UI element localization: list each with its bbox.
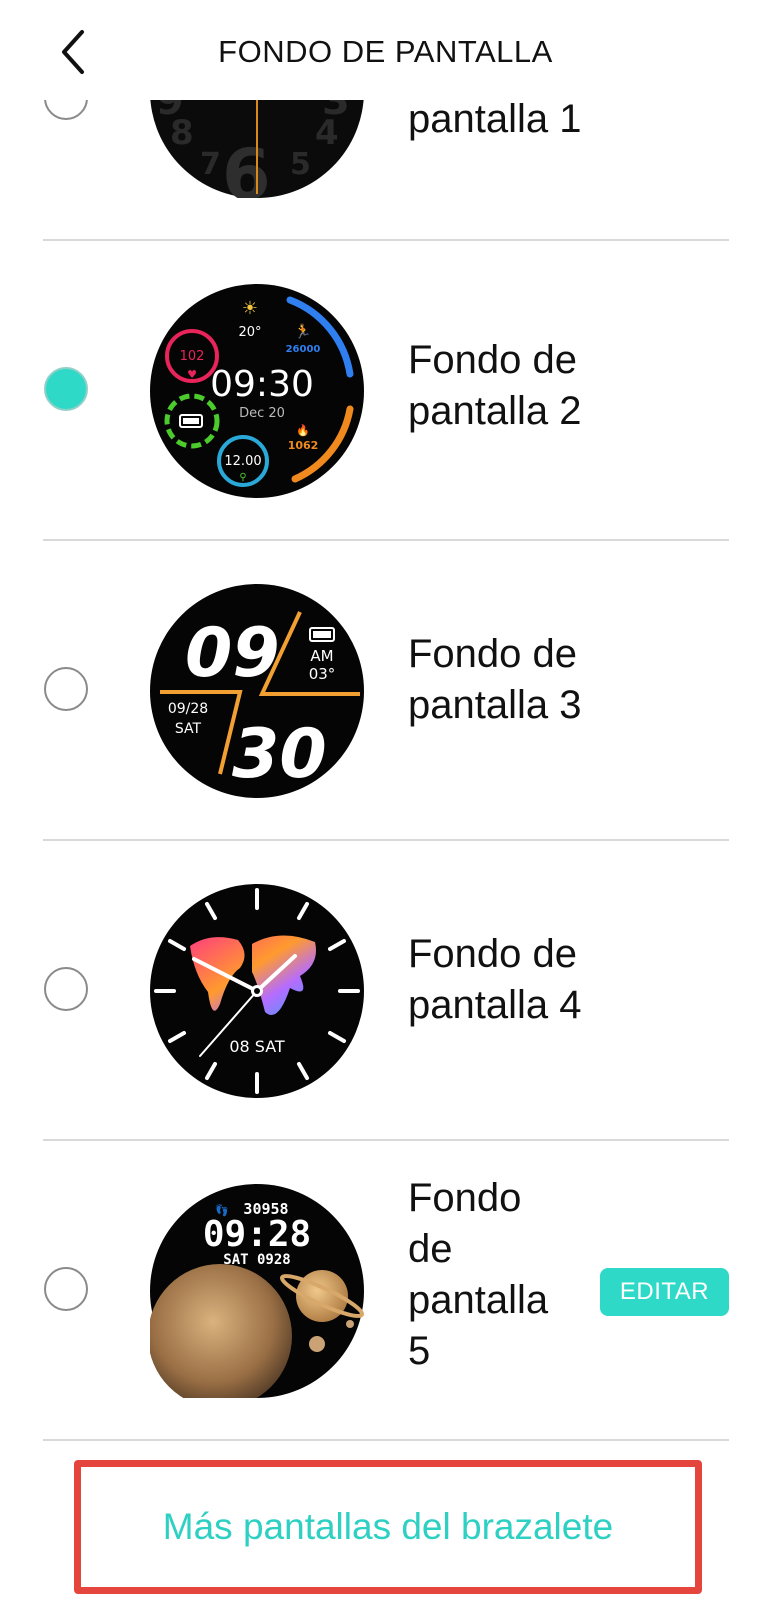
wallpaper-label: Fondo de pantalla 4 [408, 932, 582, 1027]
radio-button[interactable] [44, 1267, 88, 1311]
steps-icon: 🏃 [294, 323, 311, 340]
wallpaper-list: 8 7 6 5 4 3 9 pantalla 1 102 ♥ 12.00 ⚲ ☀… [0, 0, 771, 1600]
weather-value: 20° [238, 325, 261, 340]
location-icon: ⚲ [239, 472, 246, 483]
date-value: 08 SAT [229, 1037, 285, 1056]
wallpaper-label: Fondo de pantalla 2 [408, 338, 582, 433]
time-value: 09:30 [210, 364, 314, 405]
steps-value: 26000 [286, 344, 321, 355]
divider [43, 1439, 729, 1441]
more-watch-faces-label: Más pantallas del brazalete [162, 1506, 614, 1547]
watch-face-thumbnail-5: 30958 👣 09:28 SAT 0928 [150, 1184, 364, 1398]
more-watch-faces-button[interactable]: Más pantallas del brazalete [74, 1460, 702, 1594]
date-value: Dec 20 [239, 406, 285, 421]
time-value: 09:28 [203, 1214, 311, 1255]
watch-face-thumbnail-3: 09 30 AM 03° 09/28 SAT [150, 584, 364, 798]
edit-button[interactable]: EDITAR [600, 1268, 729, 1316]
hour-value: 09 [185, 614, 280, 693]
seconds-value: 03° [309, 665, 336, 683]
radio-button-selected[interactable] [44, 367, 88, 411]
svg-text:6: 6 [222, 134, 271, 198]
distance-value: 12.00 [224, 454, 261, 469]
page-title: FONDO DE PANTALLA [218, 34, 553, 69]
radio-button[interactable] [44, 967, 88, 1011]
weather-icon: ☀ [242, 298, 258, 319]
heart-icon: ♥ [187, 368, 197, 381]
heart-rate-value: 102 [180, 349, 205, 364]
date-value: SAT 0928 [223, 1252, 290, 1268]
calories-value: 1062 [288, 439, 319, 452]
radio-button[interactable] [44, 667, 88, 711]
day-value: SAT [175, 721, 202, 737]
wallpaper-label: pantalla 1 [408, 97, 582, 141]
watch-face-thumbnail-2: 102 ♥ 12.00 ⚲ ☀ 20° 🏃 26000 09:30 Dec 20… [150, 284, 364, 498]
wallpaper-label: Fondo de pantalla 3 [408, 632, 582, 727]
svg-text:7: 7 [200, 147, 221, 182]
list-item[interactable]: 102 ♥ 12.00 ⚲ ☀ 20° 🏃 26000 09:30 Dec 20… [0, 241, 771, 540]
wallpaper-label: Fondo de pantalla 5 [408, 1176, 549, 1373]
date-value: 09/28 [168, 701, 208, 717]
ampm-value: AM [310, 647, 333, 665]
list-item[interactable]: 09 30 AM 03° 09/28 SAT Fondo de pantalla… [0, 541, 771, 840]
list-item[interactable]: 08 SAT Fondo de pantalla 4 [0, 841, 771, 1140]
header: FONDO DE PANTALLA [0, 0, 771, 100]
list-item[interactable]: 30958 👣 09:28 SAT 0928 Fondo de pantalla… [0, 1141, 771, 1440]
minute-value: 30 [232, 715, 327, 794]
watch-face-thumbnail-4: 08 SAT [150, 884, 364, 1098]
svg-text:5: 5 [290, 147, 311, 182]
fire-icon: 🔥 [296, 424, 310, 437]
